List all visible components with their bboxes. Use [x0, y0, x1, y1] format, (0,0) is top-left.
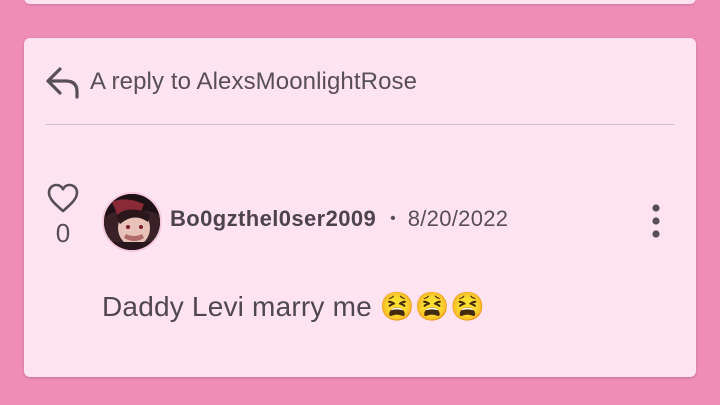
heart-icon[interactable] [46, 182, 80, 214]
comment-meta: Bo0gzthel0ser2009 • 8/20/2022 [170, 206, 508, 232]
username[interactable]: Bo0gzthel0ser2009 [170, 206, 376, 232]
meta-separator: • [390, 210, 396, 227]
comment-date: 8/20/2022 [407, 206, 509, 231]
reply-to-label[interactable]: A reply to AlexsMoonlightRose [90, 68, 417, 96]
avatar[interactable] [102, 192, 162, 252]
like-control[interactable]: 0 [46, 182, 80, 249]
like-count: 0 [55, 218, 71, 248]
previous-comment-card [24, 0, 696, 4]
reply-comment-card: A reply to AlexsMoonlightRose 0 Bo0gzthe… [24, 38, 696, 377]
divider [46, 124, 674, 125]
comment-text: Daddy Levi marry me 😫😫😫 [102, 291, 486, 322]
reply-arrow-icon [46, 67, 79, 99]
reply-header[interactable]: A reply to AlexsMoonlightRose [44, 64, 417, 100]
avatar-image [104, 194, 160, 250]
more-vertical-icon[interactable] [646, 204, 666, 238]
